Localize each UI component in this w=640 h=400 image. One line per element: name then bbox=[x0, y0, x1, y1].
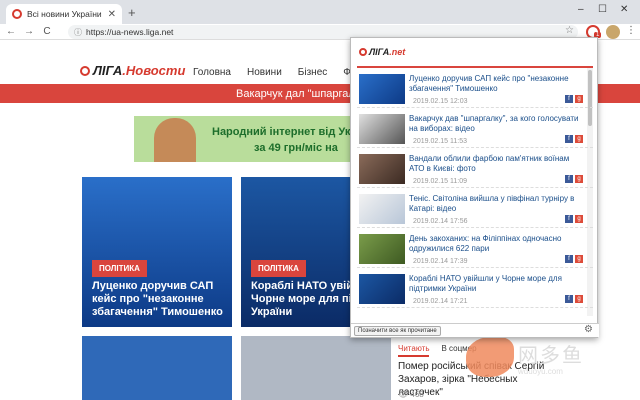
popup-news-date: 2019.02.15 12:03 bbox=[413, 98, 468, 105]
share-buttons: fg bbox=[565, 95, 583, 103]
popup-news-title[interactable]: Теніс. Світоліна вийшла у півфінал турні… bbox=[409, 188, 593, 214]
google-plus-share-icon[interactable]: g bbox=[575, 175, 583, 183]
popup-news-title[interactable]: День закоханих: на Філіппінах одночасно … bbox=[409, 228, 593, 254]
back-button[interactable]: ← bbox=[4, 26, 18, 37]
reload-button[interactable]: C bbox=[40, 26, 54, 37]
share-buttons: fg bbox=[565, 295, 583, 303]
popup-news-date: 2019.02.14 17:39 bbox=[413, 258, 468, 265]
news-thumbnail[interactable] bbox=[359, 274, 405, 304]
popup-news-item[interactable]: Луценко доручив САП кейс про "незаконне … bbox=[357, 68, 593, 108]
tab-title: Всі новини України та останні новини сві… bbox=[27, 9, 104, 19]
news-thumbnail[interactable] bbox=[359, 194, 405, 224]
gear-icon[interactable]: ⚙ bbox=[584, 324, 593, 335]
google-plus-share-icon[interactable]: g bbox=[575, 215, 583, 223]
bookmark-star-icon[interactable]: ☆ bbox=[565, 25, 574, 36]
news-card-title[interactable]: Луценко доручив САП кейс про "незаконне … bbox=[92, 280, 226, 319]
popup-news-title[interactable]: Луценко доручив САП кейс про "незаконне … bbox=[409, 68, 593, 94]
share-buttons: fg bbox=[565, 215, 583, 223]
popup-footer: Позначити все як прочитане ⚙ bbox=[351, 323, 599, 337]
browser-tab[interactable]: Всі новини України та останні новини сві… bbox=[6, 4, 122, 24]
category-tag[interactable]: ПОЛІТИКА bbox=[92, 260, 147, 277]
facebook-share-icon[interactable]: f bbox=[565, 135, 573, 143]
site-logo[interactable]: ЛІГА .Новости bbox=[80, 63, 185, 78]
news-card[interactable]: ПОЛІТИКА Луценко доручив САП кейс про "н… bbox=[82, 177, 232, 327]
news-card-image bbox=[82, 336, 232, 400]
category-tag[interactable]: ПОЛІТИКА bbox=[251, 260, 306, 277]
ad-person-image bbox=[154, 118, 196, 162]
popup-news-item[interactable]: Вандали облили фарбою пам'ятник воїнам А… bbox=[357, 148, 593, 188]
ad-line-1: Народний інтернет від Укр bbox=[212, 126, 352, 138]
liga-logo-icon bbox=[359, 48, 367, 56]
facebook-share-icon[interactable]: f bbox=[565, 175, 573, 183]
news-thumbnail[interactable] bbox=[359, 114, 405, 144]
site-info-icon[interactable]: ⓘ bbox=[74, 27, 82, 38]
facebook-share-icon[interactable]: f bbox=[565, 255, 573, 263]
tab-close-icon[interactable]: ✕ bbox=[108, 9, 116, 20]
mark-all-read-button[interactable]: Позначити все як прочитане bbox=[354, 326, 441, 336]
popup-header: ЛІГА .net bbox=[351, 38, 597, 66]
nav-item-business[interactable]: Бізнес bbox=[298, 67, 327, 78]
news-thumbnail[interactable] bbox=[359, 154, 405, 184]
popup-news-item[interactable]: День закоханих: на Філіппінах одночасно … bbox=[357, 228, 593, 268]
popup-news-title[interactable]: Кораблі НАТО увійшли у Чорне море для пі… bbox=[409, 268, 593, 294]
ad-line-2: за 49 грн/міс на bbox=[254, 142, 338, 154]
ad-banner[interactable]: Народний інтернет від Укр за 49 грн/міс … bbox=[134, 116, 352, 162]
google-plus-share-icon[interactable]: g bbox=[575, 135, 583, 143]
popup-logo[interactable]: ЛІГА .net bbox=[359, 47, 405, 57]
google-plus-share-icon[interactable]: g bbox=[575, 255, 583, 263]
popup-news-item[interactable]: Вакарчук дав "шпаргалку", за кого голосу… bbox=[357, 108, 593, 148]
share-buttons: fg bbox=[565, 135, 583, 143]
url-text[interactable]: https://ua-news.liga.net bbox=[86, 27, 173, 37]
nav-item-home[interactable]: Головна bbox=[193, 67, 231, 78]
popup-news-title[interactable]: Вакарчук дав "шпаргалку", за кого голосу… bbox=[409, 108, 593, 134]
popup-news-date: 2019.02.15 11:53 bbox=[413, 138, 467, 145]
news-card[interactable] bbox=[82, 336, 232, 400]
new-tab-button[interactable]: + bbox=[128, 5, 136, 20]
google-plus-share-icon[interactable]: g bbox=[575, 295, 583, 303]
popup-news-list[interactable]: Луценко доручив САП кейс про "незаконне … bbox=[357, 66, 593, 352]
watermark-url: wduoyu.com bbox=[518, 367, 563, 376]
browser-menu-icon[interactable]: ⋮ bbox=[626, 25, 636, 36]
share-buttons: fg bbox=[565, 175, 583, 183]
popup-news-date: 2019.02.14 17:56 bbox=[413, 218, 468, 225]
news-thumbnail[interactable] bbox=[359, 234, 405, 264]
window-close-button[interactable]: ✕ bbox=[620, 4, 628, 15]
extension-popup: ЛІГА .net Луценко доручив САП кейс про "н… bbox=[350, 37, 599, 338]
nav-item-news[interactable]: Новини bbox=[247, 67, 282, 78]
facebook-share-icon[interactable]: f bbox=[565, 295, 573, 303]
liga-favicon-icon bbox=[12, 9, 22, 19]
forward-button[interactable]: → bbox=[22, 26, 36, 37]
popup-news-date: 2019.02.14 17:21 bbox=[413, 298, 468, 305]
maximize-button[interactable]: ☐ bbox=[598, 4, 607, 15]
liga-logo-icon bbox=[80, 65, 90, 76]
view-count: 👁 468 bbox=[398, 390, 424, 399]
facebook-share-icon[interactable]: f bbox=[565, 95, 573, 103]
popup-news-title[interactable]: Вандали облили фарбою пам'ятник воїнам А… bbox=[409, 148, 593, 174]
facebook-share-icon[interactable]: f bbox=[565, 215, 573, 223]
minimize-button[interactable]: – bbox=[578, 4, 584, 15]
popup-news-item[interactable]: Кораблі НАТО увійшли у Чорне море для пі… bbox=[357, 268, 593, 308]
share-buttons: fg bbox=[565, 255, 583, 263]
news-thumbnail[interactable] bbox=[359, 74, 405, 104]
browser-tab-bar: Всі новини України та останні новини сві… bbox=[0, 0, 640, 24]
popup-news-item[interactable]: Теніс. Світоліна вийшла у півфінал турні… bbox=[357, 188, 593, 228]
popup-news-date: 2019.02.15 11:09 bbox=[413, 178, 467, 185]
profile-avatar[interactable] bbox=[606, 25, 620, 39]
google-plus-share-icon[interactable]: g bbox=[575, 95, 583, 103]
